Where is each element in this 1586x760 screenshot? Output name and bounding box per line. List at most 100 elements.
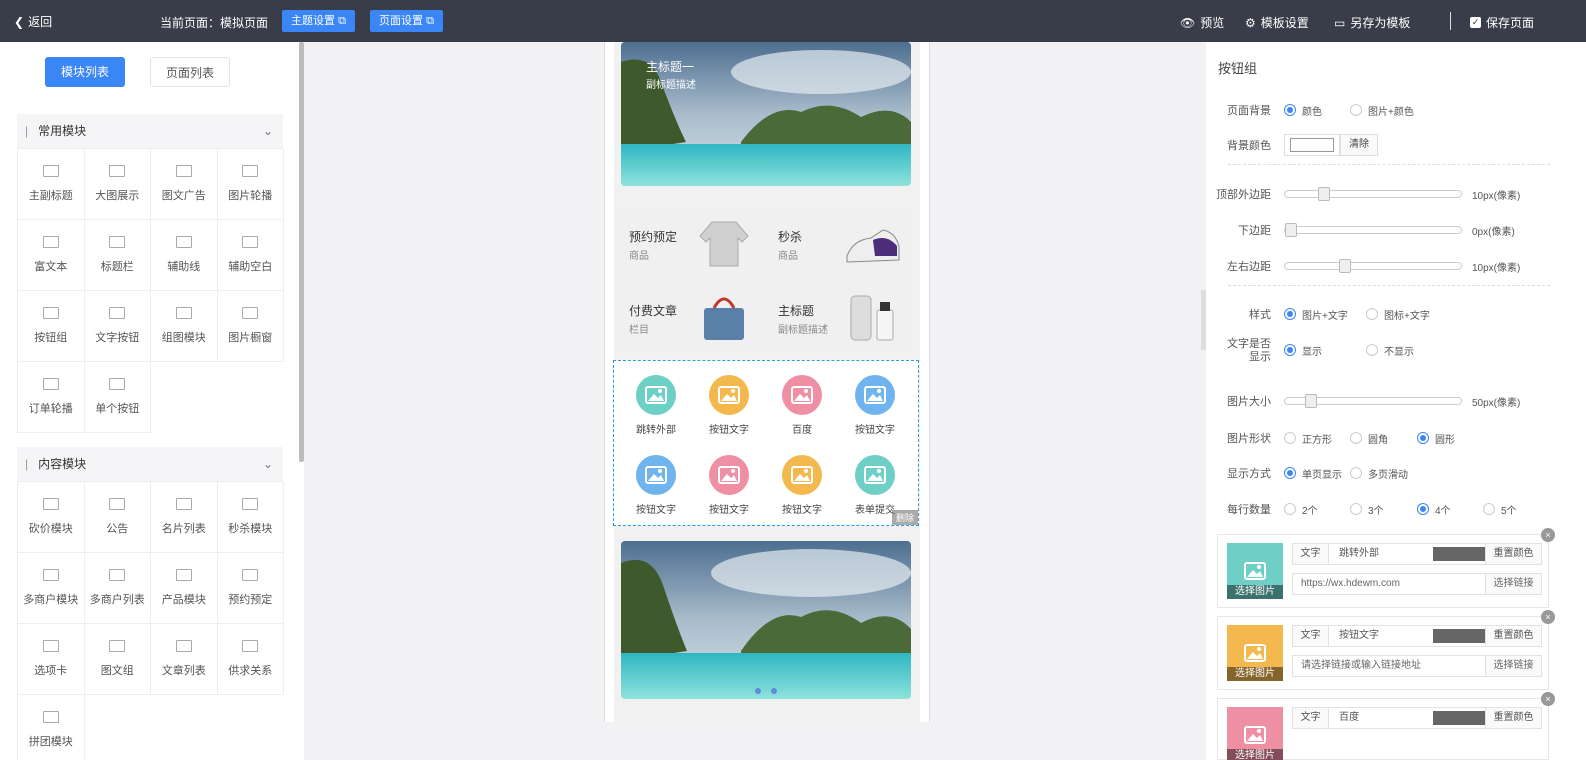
- preview-button[interactable]: 👁 预览: [1180, 14, 1224, 31]
- goods-item[interactable]: 秒杀 商品: [770, 210, 911, 276]
- radio-2[interactable]: 2个: [1284, 502, 1318, 517]
- section-header-common[interactable]: | 常用模块 ⌄: [17, 114, 283, 148]
- goods-item[interactable]: 主标题 副标题描述: [770, 284, 911, 350]
- radio-single-page[interactable]: 单页显示: [1284, 466, 1342, 481]
- button-group-item[interactable]: 按钮文字: [694, 455, 764, 516]
- module-label: 图文广告: [161, 190, 206, 202]
- close-icon[interactable]: ×: [1541, 528, 1555, 542]
- module-item[interactable]: 多商户模块: [18, 553, 85, 624]
- module-item[interactable]: 图文组: [84, 624, 151, 695]
- select-image-button[interactable]: 选择图片: [1227, 543, 1283, 599]
- module-item[interactable]: 秒杀模块: [217, 482, 284, 553]
- radio-rounded[interactable]: 圆角: [1350, 431, 1388, 446]
- button-group-item[interactable]: 按钮文字: [840, 375, 910, 436]
- slider-knob[interactable]: [1285, 223, 1297, 237]
- radio-square[interactable]: 正方形: [1284, 431, 1332, 446]
- radio-show[interactable]: 显示: [1284, 343, 1322, 358]
- text-field[interactable]: 文字 百度 重置颜色: [1292, 707, 1542, 729]
- bottom-margin-slider[interactable]: [1284, 223, 1462, 237]
- module-item[interactable]: 文章列表: [151, 624, 218, 695]
- link-field[interactable]: https://wx.hdewm.com 选择链接: [1292, 573, 1542, 595]
- module-label: 富文本: [34, 261, 68, 273]
- reset-color-button[interactable]: 重置颜色: [1485, 544, 1541, 564]
- module-item[interactable]: 公告: [84, 482, 151, 553]
- tab-module-list[interactable]: 模块列表: [45, 57, 125, 87]
- goods-item[interactable]: 付费文章 栏目: [621, 284, 762, 350]
- banner-image[interactable]: 主标题一 副标题描述: [621, 42, 911, 186]
- radio-circle[interactable]: 圆形: [1417, 431, 1455, 446]
- radio-4[interactable]: 4个: [1417, 502, 1451, 517]
- module-item[interactable]: 产品模块: [151, 553, 218, 624]
- radio-image-text[interactable]: 图片+文字: [1284, 307, 1348, 322]
- img-size-slider[interactable]: [1284, 394, 1462, 408]
- radio-hide[interactable]: 不显示: [1366, 343, 1414, 358]
- template-settings-button[interactable]: ⚙ 模板设置: [1245, 14, 1309, 31]
- save-page-button[interactable]: ✓ 保存页面: [1470, 14, 1534, 31]
- slider-knob[interactable]: [1339, 259, 1352, 273]
- module-item[interactable]: 多商户列表: [84, 553, 151, 624]
- booking-icon: [242, 569, 259, 581]
- slider-knob[interactable]: [1317, 187, 1330, 201]
- radio-3[interactable]: 3个: [1350, 502, 1384, 517]
- module-item[interactable]: 主副标题: [18, 149, 85, 220]
- button-group-item[interactable]: 百度: [767, 375, 837, 436]
- color-picker[interactable]: [1284, 134, 1340, 156]
- reset-color-button[interactable]: 重置颜色: [1485, 626, 1541, 646]
- slider-knob[interactable]: [1304, 394, 1317, 408]
- module-item[interactable]: 图文广告: [151, 149, 218, 220]
- module-item[interactable]: 按钮组: [18, 291, 85, 362]
- module-item[interactable]: 标题栏: [84, 220, 151, 291]
- radio-image-color[interactable]: 图片+颜色: [1350, 103, 1414, 118]
- module-item[interactable]: 辅助线: [151, 220, 218, 291]
- card-list-icon: [175, 498, 192, 510]
- theme-settings-button[interactable]: 主题设置 ⧉: [282, 10, 355, 32]
- module-item[interactable]: 图片橱窗: [217, 291, 284, 362]
- close-icon[interactable]: ×: [1541, 692, 1555, 706]
- goods-item[interactable]: 预约预定 商品: [621, 210, 762, 276]
- module-item[interactable]: 砍价模块: [18, 482, 85, 553]
- module-item[interactable]: 供求关系: [217, 624, 284, 695]
- lr-margin-slider[interactable]: [1284, 259, 1462, 273]
- text-field[interactable]: 文字 跳转外部 重置颜色: [1292, 543, 1542, 565]
- text-field[interactable]: 文字 按钮文字 重置颜色: [1292, 625, 1542, 647]
- clear-button[interactable]: 清除: [1340, 134, 1378, 156]
- radio-5[interactable]: 5个: [1483, 502, 1517, 517]
- button-group-item[interactable]: 按钮文字: [694, 375, 764, 436]
- radio-color[interactable]: 颜色: [1284, 103, 1322, 118]
- page-settings-button[interactable]: 页面设置 ⧉: [370, 10, 443, 32]
- select-image-button[interactable]: 选择图片: [1227, 707, 1283, 760]
- module-item[interactable]: 选项卡: [18, 624, 85, 695]
- button-group-item[interactable]: 跳转外部: [621, 375, 691, 436]
- module-item[interactable]: 拼团模块: [18, 695, 85, 760]
- module-item[interactable]: 图片轮播: [217, 149, 284, 220]
- close-icon[interactable]: ×: [1541, 610, 1555, 624]
- section-header-content[interactable]: | 内容模块 ⌄: [17, 447, 283, 481]
- radio-multi-page[interactable]: 多页滑动: [1350, 466, 1408, 481]
- button-group-item[interactable]: 表单提交: [840, 455, 910, 516]
- button-group-item[interactable]: 按钮文字: [767, 455, 837, 516]
- module-item[interactable]: 大图展示: [84, 149, 151, 220]
- back-button[interactable]: ❮ 返回: [14, 13, 52, 30]
- line-icon: [175, 236, 192, 248]
- select-link-button[interactable]: 选择链接: [1485, 656, 1541, 676]
- module-item[interactable]: 文字按钮: [84, 291, 151, 362]
- button-group-module[interactable]: 删除 跳转外部 按钮文字 百度 按钮文字 按钮文字 按钮文字 按钮文字 表单提交: [613, 360, 919, 526]
- module-item[interactable]: 名片列表: [151, 482, 218, 553]
- module-item[interactable]: 单个按钮: [84, 362, 151, 433]
- module-item[interactable]: 组图模块: [151, 291, 218, 362]
- module-item[interactable]: 预约预定: [217, 553, 284, 624]
- radio-icon-text[interactable]: 图标+文字: [1366, 307, 1430, 322]
- link-field[interactable]: 请选择链接或输入链接地址 选择链接: [1292, 655, 1542, 677]
- select-image-button[interactable]: 选择图片: [1227, 625, 1283, 681]
- top-margin-slider[interactable]: [1284, 187, 1462, 201]
- button-group-item[interactable]: 按钮文字: [621, 455, 691, 516]
- select-link-button[interactable]: 选择链接: [1485, 574, 1541, 594]
- save-as-template-button[interactable]: ▭ 另存为模板: [1334, 14, 1410, 31]
- module-item[interactable]: 富文本: [18, 220, 85, 291]
- module-item[interactable]: 辅助空白: [217, 220, 284, 291]
- content-module-grid: 砍价模块 公告 名片列表 秒杀模块多商户模块 多商户列表 产品模块 预约预定选项卡 图文组 文章…: [17, 481, 284, 760]
- reset-color-button[interactable]: 重置颜色: [1485, 708, 1541, 728]
- tab-page-list[interactable]: 页面列表: [150, 57, 230, 87]
- carousel-image[interactable]: [621, 541, 911, 699]
- module-item[interactable]: 订单轮播: [18, 362, 85, 433]
